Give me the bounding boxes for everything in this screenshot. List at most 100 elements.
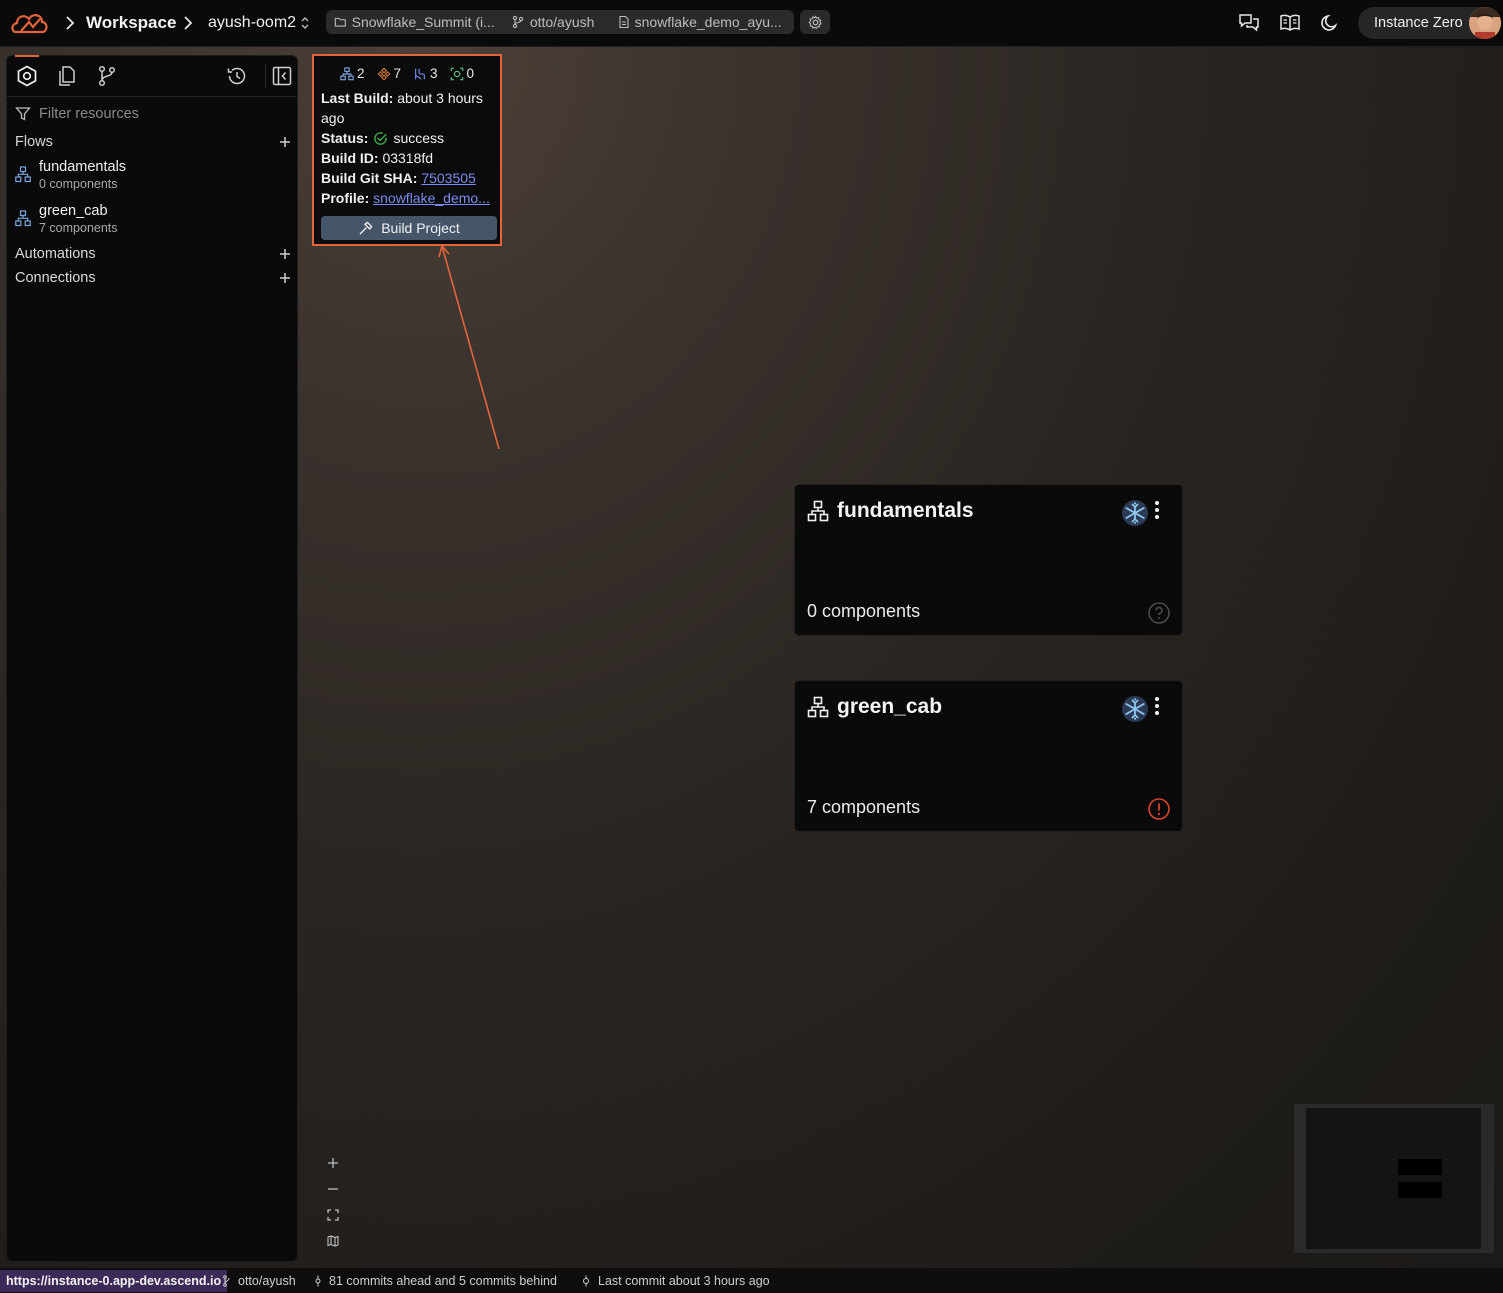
files-tab[interactable] — [55, 64, 79, 88]
components-stat: 7 — [377, 66, 402, 81]
flow-card-title: fundamentals — [807, 499, 974, 523]
chevron-right-icon — [64, 0, 76, 46]
git-sha-link[interactable]: 7503505 — [421, 170, 476, 186]
flow-card-name: green_cab — [837, 695, 943, 718]
automations-stat: 0 — [450, 66, 475, 81]
filter-placeholder: Filter resources — [39, 106, 139, 122]
plus-icon[interactable] — [279, 136, 291, 148]
file-icon — [619, 15, 629, 29]
flow-icon — [15, 210, 31, 227]
context-pills: Snowflake_Summit (i... otto/ayush snowfl… — [326, 10, 794, 34]
sidebar: Filter resources Flows fundamentals 0 co… — [6, 55, 298, 1262]
history-button[interactable] — [225, 64, 249, 88]
automations-count: 0 — [466, 66, 475, 81]
hammer-icon — [359, 221, 373, 235]
status-commits-text: 81 commits ahead and 5 commits behind — [329, 1273, 557, 1288]
theme-toggle-button[interactable] — [1320, 0, 1340, 46]
collapse-sidebar-button[interactable] — [265, 64, 294, 88]
question-circle-icon[interactable] — [1147, 601, 1171, 625]
minus-icon — [328, 1188, 338, 1190]
gear-icon — [808, 14, 822, 29]
files-icon — [59, 66, 75, 86]
zoom-controls — [320, 1150, 346, 1254]
flows-section-header[interactable]: Flows — [15, 134, 291, 150]
last-build-value: about 3 hours — [397, 90, 483, 106]
last-build-label: Last Build: — [321, 90, 394, 106]
connections-count: 3 — [430, 66, 438, 81]
flow-name: green_cab — [39, 203, 108, 219]
chat-button[interactable] — [1238, 0, 1260, 46]
sidebar-toolbar — [7, 56, 297, 97]
last-build-value-continued: ago — [321, 110, 345, 126]
profile-link[interactable]: snowflake_demo... — [373, 190, 490, 206]
status-line: Status: success — [321, 128, 444, 148]
hover-url: https://instance-0.app-dev.ascend.io — [0, 1270, 228, 1292]
flow-card-name: fundamentals — [837, 499, 974, 522]
plus-icon[interactable] — [279, 272, 291, 284]
history-icon — [227, 67, 246, 85]
components-count: 7 — [393, 66, 402, 81]
git-branch-icon — [98, 65, 116, 87]
more-vertical-icon — [1155, 697, 1159, 715]
build-info-popover: 2 7 3 0 Last Build: about 3 hours ago St… — [312, 54, 502, 246]
flow-icon — [807, 696, 829, 718]
status-bar: https://instance-0.app-dev.ascend.io ott… — [0, 1268, 1503, 1293]
toggle-minimap-button[interactable] — [320, 1228, 346, 1254]
chevron-updown-icon — [301, 17, 309, 29]
flow-card-fundamentals[interactable]: fundamentals 0 components — [794, 484, 1183, 636]
ascend-logo[interactable] — [10, 0, 50, 46]
branch-pill[interactable]: otto/ayush — [503, 14, 610, 30]
profile-name: snowflake_demo_ayu... — [634, 14, 782, 30]
flow-card-green-cab[interactable]: green_cab 7 components — [794, 680, 1183, 832]
resources-tab[interactable] — [15, 64, 39, 88]
map-icon — [327, 1235, 339, 1247]
hexagon-settings-icon — [17, 65, 37, 87]
status-value: success — [393, 130, 445, 146]
profile-pill[interactable]: snowflake_demo_ayu... — [610, 14, 794, 30]
automations-section-header[interactable]: Automations — [15, 246, 291, 262]
connection-icon — [415, 68, 426, 80]
moon-icon — [1321, 14, 1338, 31]
branch-name: otto/ayush — [529, 14, 595, 30]
fullscreen-icon — [327, 1209, 339, 1221]
project-name: Snowflake_Summit (i... — [351, 14, 495, 30]
card-menu-button[interactable] — [1153, 500, 1161, 520]
git-tab[interactable] — [95, 64, 119, 88]
zoom-in-button[interactable] — [320, 1150, 346, 1176]
instance-menu-button[interactable]: Instance Zero — [1358, 7, 1501, 39]
sidebar-item-fundamentals[interactable]: fundamentals 0 components — [15, 158, 126, 192]
components-icon — [377, 67, 390, 80]
status-branch-name: otto/ayush — [238, 1273, 296, 1288]
workspace-selector[interactable]: ayush-oom2 — [208, 0, 310, 46]
sidebar-item-green-cab[interactable]: green_cab 7 components — [15, 202, 118, 236]
build-project-button[interactable]: Build Project — [321, 216, 497, 240]
connections-section-header[interactable]: Connections — [15, 270, 291, 286]
minimap[interactable] — [1294, 1104, 1494, 1253]
status-branch[interactable]: otto/ayush — [222, 1268, 296, 1293]
project-pill[interactable]: Snowflake_Summit (i... — [326, 14, 503, 30]
error-circle-icon[interactable] — [1147, 797, 1171, 821]
git-sha-line: Build Git SHA: 7503505 — [321, 168, 476, 188]
plus-icon[interactable] — [279, 248, 291, 260]
status-last-commit-text: Last commit about 3 hours ago — [598, 1273, 770, 1288]
flow-component-count: 0 components — [39, 177, 118, 191]
flow-component-count: 7 components — [39, 221, 118, 235]
chevron-right-icon — [182, 0, 194, 46]
status-commits[interactable]: 81 commits ahead and 5 commits behind — [313, 1268, 557, 1293]
flow-icon — [340, 66, 354, 80]
annotation-arrow — [438, 245, 500, 450]
fit-view-button[interactable] — [320, 1202, 346, 1228]
flows-count: 2 — [357, 66, 365, 81]
flow-name: fundamentals — [39, 159, 127, 175]
docs-button[interactable] — [1279, 0, 1301, 46]
git-commit-icon — [315, 1275, 321, 1286]
settings-button[interactable] — [800, 10, 830, 34]
breadcrumb-workspace[interactable]: Workspace — [86, 0, 176, 46]
filter-resources-input[interactable]: Filter resources — [15, 106, 139, 122]
zoom-out-button[interactable] — [320, 1176, 346, 1202]
project-stats: 2 7 3 0 — [340, 66, 474, 81]
plus-icon — [328, 1158, 338, 1168]
card-menu-button[interactable] — [1153, 696, 1161, 716]
flows-stat: 2 — [340, 66, 365, 81]
build-id-line: Build ID: 03318fd — [321, 148, 433, 168]
